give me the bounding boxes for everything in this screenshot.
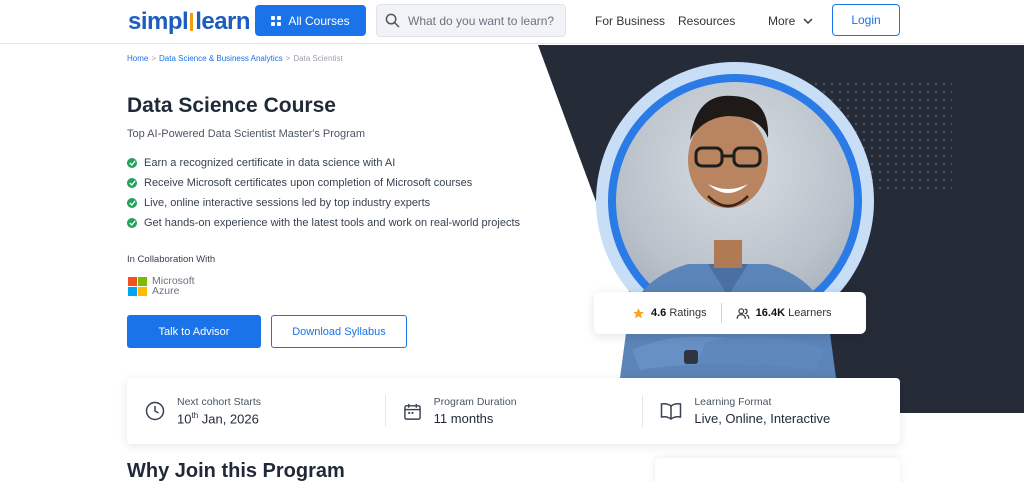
duration-value: 11 months <box>433 411 494 426</box>
format-info: Learning Format Live, Online, Interactiv… <box>642 378 900 444</box>
feature-text: Earn a recognized certificate in data sc… <box>144 157 396 169</box>
ratings-card: 4.6 Ratings 16.4K Learners <box>594 292 866 334</box>
stat-divider <box>720 303 722 323</box>
breadcrumb: Home > Data Science & Business Analytics… <box>127 54 343 63</box>
breadcrumb-current: Data Scientist <box>293 54 343 63</box>
breadcrumb-home[interactable]: Home <box>127 54 148 63</box>
feature-item: Get hands-on experience with the latest … <box>127 213 520 233</box>
section-title: Why Join this Program <box>127 460 345 482</box>
breadcrumb-separator: > <box>285 54 291 63</box>
cohort-label: Next cohort Starts <box>177 395 262 408</box>
nav-more[interactable]: More <box>768 14 813 28</box>
program-info-bar: Next cohort Starts 10th Jan, 2026 Progra… <box>127 378 900 444</box>
feature-text: Receive Microsoft certificates upon comp… <box>144 177 473 189</box>
breadcrumb-separator: > <box>151 54 157 63</box>
simplilearn-logo[interactable]: simpl learn <box>128 8 251 36</box>
login-button[interactable]: Login <box>832 4 900 36</box>
side-card <box>655 458 900 482</box>
talk-to-advisor-button[interactable]: Talk to Advisor <box>127 315 261 348</box>
breadcrumb-category[interactable]: Data Science & Business Analytics <box>159 54 283 63</box>
calendar-icon <box>403 403 421 420</box>
clock-icon <box>145 401 165 421</box>
users-icon <box>736 307 750 319</box>
all-courses-label: All Courses <box>288 13 350 28</box>
top-header: simpllearn All Courses For Business Reso… <box>0 0 1024 44</box>
rating-label: Ratings <box>669 307 707 319</box>
microsoft-azure-logo: Microsoft Azure <box>128 276 195 296</box>
check-circle-icon <box>127 218 137 228</box>
search-box[interactable] <box>376 4 566 37</box>
download-syllabus-button[interactable]: Download Syllabus <box>271 315 407 348</box>
feature-item: Live, online interactive sessions led by… <box>127 193 520 213</box>
feature-list: Earn a recognized certificate in data sc… <box>127 153 520 233</box>
feature-item: Earn a recognized certificate in data sc… <box>127 153 520 173</box>
check-circle-icon <box>127 178 137 188</box>
nav-for-business[interactable]: For Business <box>595 14 665 28</box>
grid-icon <box>271 15 282 26</box>
check-circle-icon <box>127 158 137 168</box>
page: simpllearn All Courses For Business Reso… <box>0 0 1024 482</box>
nav-more-label: More <box>768 14 796 28</box>
hero-person-image <box>620 95 836 378</box>
star-icon <box>633 307 644 318</box>
chevron-down-icon <box>803 18 813 24</box>
duration-label: Program Duration <box>433 396 517 408</box>
search-icon <box>385 13 400 28</box>
feature-text: Live, online interactive sessions led by… <box>144 197 431 209</box>
nav-resources[interactable]: Resources <box>678 14 735 28</box>
page-title: Data Science Course <box>127 94 336 117</box>
learners-label: Learners <box>788 307 832 319</box>
format-label: Learning Format <box>694 396 772 408</box>
feature-item: Receive Microsoft certificates upon comp… <box>127 173 520 193</box>
format-value: Live, Online, Interactive <box>694 411 831 426</box>
microsoft-logo-icon <box>128 276 147 296</box>
learners-stat: 16.4K Learners <box>736 307 832 320</box>
cohort-date: 10th Jan, 2026 <box>177 410 259 427</box>
feature-text: Get hands-on experience with the latest … <box>144 217 521 229</box>
page-subtitle: Top AI-Powered Data Scientist Master's P… <box>127 128 366 140</box>
partner-product: Azure <box>152 285 180 297</box>
learners-value: 16.4K <box>755 307 786 319</box>
search-input[interactable] <box>408 13 558 28</box>
cohort-info: Next cohort Starts 10th Jan, 2026 <box>127 378 385 444</box>
collaboration-label: In Collaboration With <box>127 254 216 265</box>
rating-stat: 4.6 Ratings <box>632 307 707 320</box>
duration-info: Program Duration 11 months <box>384 378 643 444</box>
rating-value: 4.6 <box>651 307 667 319</box>
check-circle-icon <box>127 198 137 208</box>
book-icon <box>661 403 682 420</box>
all-courses-button[interactable]: All Courses <box>255 5 366 36</box>
